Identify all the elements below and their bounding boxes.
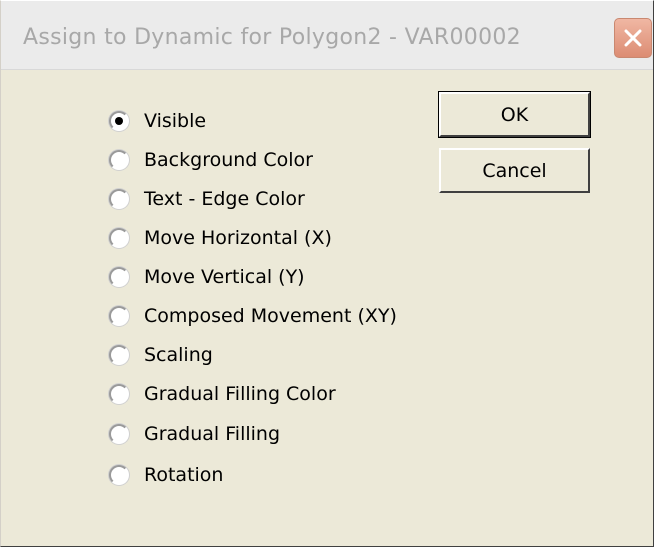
radio-option-visible[interactable]: Visible: [109, 106, 206, 136]
radio-button[interactable]: [109, 424, 129, 444]
radio-button[interactable]: [109, 384, 129, 404]
radio-selected-dot: [115, 117, 123, 125]
window-title: Assign to Dynamic for Polygon2 - VAR0000…: [23, 25, 521, 50]
radio-label: Gradual Filling: [144, 423, 281, 445]
radio-label: Scaling: [144, 344, 213, 366]
radio-option-move-horizontal[interactable]: Move Horizontal (X): [109, 223, 332, 253]
radio-label: Background Color: [144, 149, 313, 171]
radio-label: Composed Movement (XY): [144, 305, 397, 327]
radio-button[interactable]: [109, 111, 129, 131]
radio-option-scaling[interactable]: Scaling: [109, 340, 213, 370]
radio-label: Gradual Filling Color: [144, 383, 336, 405]
radio-label: Move Horizontal (X): [144, 227, 332, 249]
ok-button[interactable]: OK: [438, 91, 591, 138]
radio-option-background-color[interactable]: Background Color: [109, 145, 313, 175]
radio-option-move-vertical[interactable]: Move Vertical (Y): [109, 262, 305, 292]
radio-label: Visible: [144, 110, 207, 132]
dialog-client-area: Visible Background Color Text - Edge Col…: [1, 70, 653, 546]
radio-label: Move Vertical (Y): [144, 266, 305, 288]
dialog-window: Assign to Dynamic for Polygon2 - VAR0000…: [0, 0, 654, 547]
radio-option-gradual-filling[interactable]: Gradual Filling: [109, 419, 280, 449]
radio-button[interactable]: [109, 465, 129, 485]
close-button[interactable]: [614, 18, 652, 58]
title-bar[interactable]: Assign to Dynamic for Polygon2 - VAR0000…: [1, 1, 653, 70]
radio-button[interactable]: [109, 267, 129, 287]
radio-option-composed-movement[interactable]: Composed Movement (XY): [109, 301, 397, 331]
radio-button[interactable]: [109, 228, 129, 248]
radio-button[interactable]: [109, 150, 129, 170]
radio-button[interactable]: [109, 345, 129, 365]
radio-label: Rotation: [144, 464, 224, 486]
radio-option-rotation[interactable]: Rotation: [109, 460, 223, 490]
radio-option-text-edge-color[interactable]: Text - Edge Color: [109, 184, 305, 214]
radio-option-gradual-filling-color[interactable]: Gradual Filling Color: [109, 379, 336, 409]
radio-button[interactable]: [109, 306, 129, 326]
radio-label: Text - Edge Color: [144, 188, 305, 210]
cancel-button[interactable]: Cancel: [439, 148, 590, 193]
radio-button[interactable]: [109, 189, 129, 209]
close-icon: [624, 29, 642, 47]
